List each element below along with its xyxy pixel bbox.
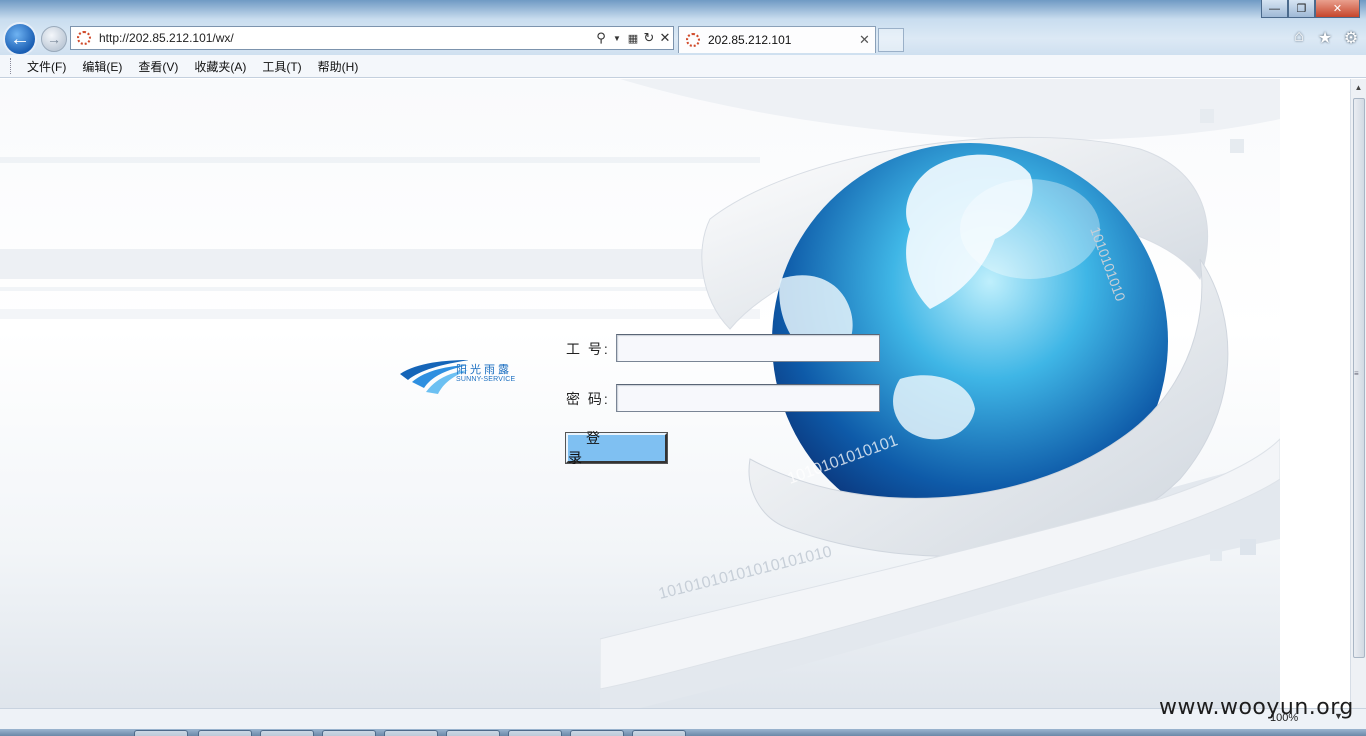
employee-id-label: 工 号: bbox=[566, 341, 610, 357]
browser-title-bar: — ❐ ✕ ← → http://202.85.212.101/wx/ ⚲ ▼ … bbox=[0, 0, 1366, 56]
decor-square bbox=[1230, 139, 1244, 153]
taskbar-button[interactable] bbox=[384, 730, 438, 736]
dropdown-arrow-icon[interactable]: ▼ bbox=[609, 34, 625, 43]
close-button[interactable]: ✕ bbox=[1315, 0, 1360, 18]
tab-title: 202.85.212.101 bbox=[708, 33, 792, 47]
scroll-grip-icon: ≡ bbox=[1354, 369, 1359, 378]
menu-file[interactable]: 文件(F) bbox=[19, 58, 74, 75]
minimize-button[interactable]: — bbox=[1261, 0, 1288, 18]
menu-view[interactable]: 查看(V) bbox=[130, 58, 186, 75]
taskbar-button[interactable] bbox=[198, 730, 252, 736]
logo-name-en: SUNNY-SERVICE bbox=[456, 376, 516, 383]
taskbar-button[interactable] bbox=[632, 730, 686, 736]
gear-icon[interactable]: ⚙ bbox=[1342, 28, 1360, 48]
taskbar bbox=[0, 729, 1366, 736]
logo-name-cn: 阳光雨露 bbox=[456, 364, 512, 376]
command-icons: ⌂ ★ ⚙ bbox=[1290, 28, 1360, 48]
page-content: 1010101010101 10101010101010101010 10101… bbox=[0, 79, 1280, 708]
refresh-icon[interactable]: ↻ bbox=[641, 30, 657, 46]
restore-button[interactable]: ❐ bbox=[1288, 0, 1315, 18]
address-url[interactable]: http://202.85.212.101/wx/ bbox=[99, 31, 593, 45]
menu-help[interactable]: 帮助(H) bbox=[310, 58, 367, 75]
tab-current[interactable]: 202.85.212.101 ✕ bbox=[678, 26, 876, 53]
page-blank-margin bbox=[1280, 79, 1350, 708]
company-logo: 阳光雨露 SUNNY-SERVICE bbox=[398, 358, 528, 398]
back-button[interactable]: ← bbox=[3, 22, 37, 56]
password-input[interactable] bbox=[616, 384, 880, 412]
new-tab-button[interactable] bbox=[878, 28, 904, 52]
search-icon[interactable]: ⚲ bbox=[593, 30, 609, 46]
taskbar-button[interactable] bbox=[134, 730, 188, 736]
menu-tools[interactable]: 工具(T) bbox=[254, 58, 309, 75]
stop-icon[interactable]: ✕ bbox=[657, 30, 673, 46]
tab-close-icon[interactable]: ✕ bbox=[859, 32, 875, 48]
globe-highlight bbox=[960, 179, 1100, 279]
scroll-thumb[interactable] bbox=[1353, 98, 1365, 658]
loading-favicon-icon bbox=[686, 33, 700, 47]
forward-arrow-icon: → bbox=[47, 31, 61, 47]
taskbar-button[interactable] bbox=[570, 730, 624, 736]
taskbar-button[interactable] bbox=[446, 730, 500, 736]
loading-favicon-icon bbox=[77, 31, 91, 45]
taskbar-button[interactable] bbox=[508, 730, 562, 736]
scroll-up-arrow-icon[interactable]: ▲ bbox=[1351, 79, 1366, 96]
ribbon-shape bbox=[620, 79, 1280, 140]
decor-square bbox=[1200, 109, 1214, 123]
decor-square bbox=[1210, 549, 1222, 561]
decor-square bbox=[1240, 539, 1256, 555]
watermark: www.wooyun.org bbox=[1159, 695, 1354, 720]
compatibility-view-icon[interactable]: ▦ bbox=[625, 32, 641, 45]
menu-edit[interactable]: 编辑(E) bbox=[74, 58, 130, 75]
forward-button[interactable]: → bbox=[41, 26, 67, 52]
vertical-scrollbar[interactable]: ▲ ≡ bbox=[1350, 79, 1366, 708]
window-controls: — ❐ ✕ bbox=[1261, 0, 1360, 18]
address-bar[interactable]: http://202.85.212.101/wx/ ⚲ ▼ ▦ ↻ ✕ bbox=[70, 26, 674, 50]
taskbar-button[interactable] bbox=[260, 730, 314, 736]
login-button[interactable]: 登 录 bbox=[566, 431, 667, 467]
employee-id-input[interactable] bbox=[616, 334, 880, 362]
taskbar-button[interactable] bbox=[322, 730, 376, 736]
menu-favorites[interactable]: 收藏夹(A) bbox=[186, 58, 254, 75]
menu-bar: 文件(F) 编辑(E) 查看(V) 收藏夹(A) 工具(T) 帮助(H) bbox=[0, 55, 1366, 78]
password-label: 密 码: bbox=[566, 391, 610, 407]
home-icon[interactable]: ⌂ bbox=[1290, 28, 1308, 48]
back-arrow-icon: ← bbox=[10, 27, 30, 50]
toolbar-grip bbox=[10, 58, 13, 74]
favorites-star-icon[interactable]: ★ bbox=[1316, 28, 1334, 48]
